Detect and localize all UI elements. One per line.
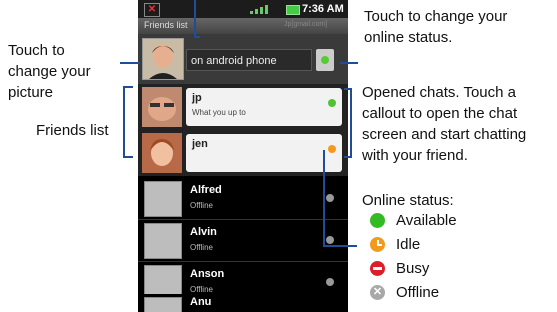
idle-status-icon <box>328 145 336 153</box>
friend-avatar <box>144 181 182 217</box>
callout-bracket-friends <box>123 86 133 88</box>
account-label: Jp[gmail.com] <box>284 21 328 28</box>
friend-row[interactable]: Alvin Offline <box>138 220 348 262</box>
open-chat-jp[interactable]: jp What you up to <box>138 84 348 130</box>
friend-avatar <box>142 87 182 127</box>
callout-bracket-chats <box>344 156 352 158</box>
online-status-button[interactable] <box>316 49 334 71</box>
available-status-icon <box>321 56 329 64</box>
busy-icon <box>370 261 385 276</box>
legend-available: Available <box>370 212 457 229</box>
open-chat-jen[interactable]: jen <box>138 130 348 176</box>
chat-message: What you up to <box>192 108 246 117</box>
offline-status-icon <box>326 236 334 244</box>
status-time: 7:36 AM <box>302 3 344 15</box>
friend-name: Anu <box>190 296 212 308</box>
friend-status: Offline <box>190 201 213 210</box>
callout-bracket-friends <box>123 86 125 158</box>
friend-status: Offline <box>190 243 213 252</box>
callout-line-status-legend <box>323 245 357 247</box>
offline-icon: ✕ <box>370 285 385 300</box>
notification-icon: ✕ <box>144 3 160 17</box>
my-avatar-photo <box>143 39 183 79</box>
battery-icon <box>286 5 300 15</box>
friend-row[interactable]: Anu <box>138 294 348 312</box>
status-bar: ✕ 7:36 AM <box>138 0 348 18</box>
callout-friends-list: Friends list <box>36 122 109 139</box>
legend-idle: Idle <box>370 236 420 253</box>
available-icon <box>370 213 385 228</box>
signal-icon <box>250 4 286 14</box>
status-message-field[interactable]: on android phone <box>186 49 312 71</box>
legend-busy: Busy <box>370 260 429 277</box>
offline-status-icon <box>326 194 334 202</box>
my-profile-row: on android phone <box>138 34 348 84</box>
idle-icon <box>370 237 385 252</box>
callout-picture: Touch to change your picture <box>8 42 91 101</box>
friend-avatar <box>142 133 182 173</box>
callout-online-status: Touch to change your online status. <box>364 8 508 46</box>
legend-offline: ✕ Offline <box>370 284 439 301</box>
callout-bracket-friends <box>123 156 133 158</box>
friend-status: Offline <box>190 285 213 294</box>
friend-avatar <box>144 223 182 259</box>
friend-row[interactable]: Alfred Offline <box>138 178 348 220</box>
callout-bracket-chats <box>344 88 352 90</box>
friend-name: Alvin <box>190 226 217 238</box>
title-bar: Friends list Jp[gmail.com] <box>138 18 348 34</box>
callout-line-status-legend <box>323 150 325 246</box>
legend-title: Online status: <box>362 192 454 209</box>
callout-line-status-message <box>194 0 196 38</box>
chat-callout[interactable]: jen <box>186 134 342 172</box>
chat-name: jen <box>192 138 208 150</box>
callout-line-picture <box>120 62 140 64</box>
chat-callout[interactable]: jp What you up to <box>186 88 342 126</box>
friend-name: Alfred <box>190 184 222 196</box>
available-status-icon <box>328 99 336 107</box>
friend-avatar <box>144 297 182 312</box>
callout-line-online-status <box>340 62 358 64</box>
app-title: Friends list <box>144 20 188 30</box>
my-picture[interactable] <box>142 38 184 80</box>
callout-bracket-chats <box>350 88 352 158</box>
offline-status-icon <box>326 278 334 286</box>
phone-screen: ✕ 7:36 AM Friends list Jp[gmail.com] on … <box>138 0 348 312</box>
chat-name: jp <box>192 92 202 104</box>
callout-line-status-message <box>196 36 200 38</box>
friend-name: Anson <box>190 268 225 280</box>
callout-opened-chats: Opened chats. Touch a callout to open th… <box>362 84 527 164</box>
